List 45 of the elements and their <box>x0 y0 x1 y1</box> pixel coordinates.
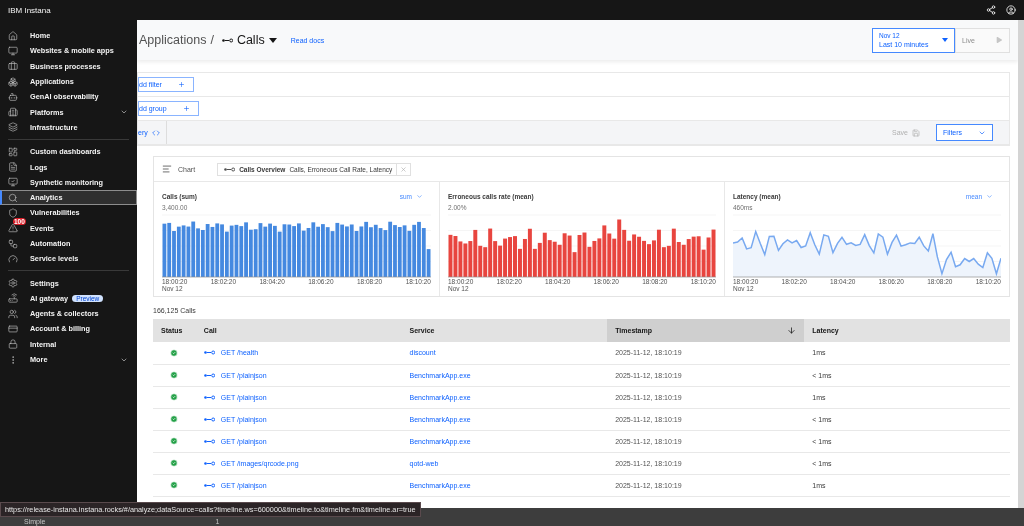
caret-icon <box>942 38 948 42</box>
warning-icon <box>8 223 18 234</box>
brand-name: IBM Instana <box>8 5 52 15</box>
shield-icon <box>8 207 18 218</box>
robot-icon <box>8 91 18 102</box>
monitor-icon <box>8 45 18 56</box>
lock-icon <box>8 339 18 350</box>
plus-icon <box>182 105 190 112</box>
monitor-icon <box>8 177 18 188</box>
card-icon <box>8 324 18 334</box>
sort-arrow-icon <box>787 326 797 335</box>
close-icon <box>400 165 408 173</box>
people-icon <box>8 308 18 319</box>
plus-icon <box>177 81 185 88</box>
share-icon[interactable] <box>986 5 996 15</box>
dot-arrow-icon <box>203 350 215 356</box>
building-icon <box>8 107 18 118</box>
breadcrumb-separator: / <box>210 33 214 47</box>
dot-arrow-icon <box>203 438 215 444</box>
boxes-icon <box>8 76 18 87</box>
save-icon <box>912 128 920 137</box>
gauge-icon <box>8 253 18 264</box>
briefcase-icon <box>8 61 18 72</box>
page-title[interactable]: Calls <box>217 33 281 47</box>
dot-arrow-icon <box>224 166 236 172</box>
dot-arrow-icon <box>221 37 233 43</box>
play-icon <box>995 36 1003 44</box>
search-icon <box>8 192 18 203</box>
chevron-icon <box>416 192 423 200</box>
dot-arrow-icon <box>203 394 215 400</box>
dot-arrow-icon <box>203 416 215 422</box>
layers-icon <box>8 122 18 133</box>
chevron-icon <box>986 192 993 200</box>
settings-icon <box>8 278 18 289</box>
home-icon <box>8 30 18 41</box>
dashboard-icon <box>8 146 18 157</box>
dot-arrow-icon <box>203 372 215 378</box>
dot-arrow-icon <box>203 482 215 488</box>
user-icon[interactable] <box>1006 5 1016 15</box>
code-icon <box>151 128 160 137</box>
document-icon <box>8 162 18 172</box>
breadcrumb-link[interactable]: Applications <box>139 33 207 47</box>
caret-icon <box>268 37 277 43</box>
dot-arrow-icon <box>203 460 215 466</box>
router-icon <box>8 293 18 304</box>
